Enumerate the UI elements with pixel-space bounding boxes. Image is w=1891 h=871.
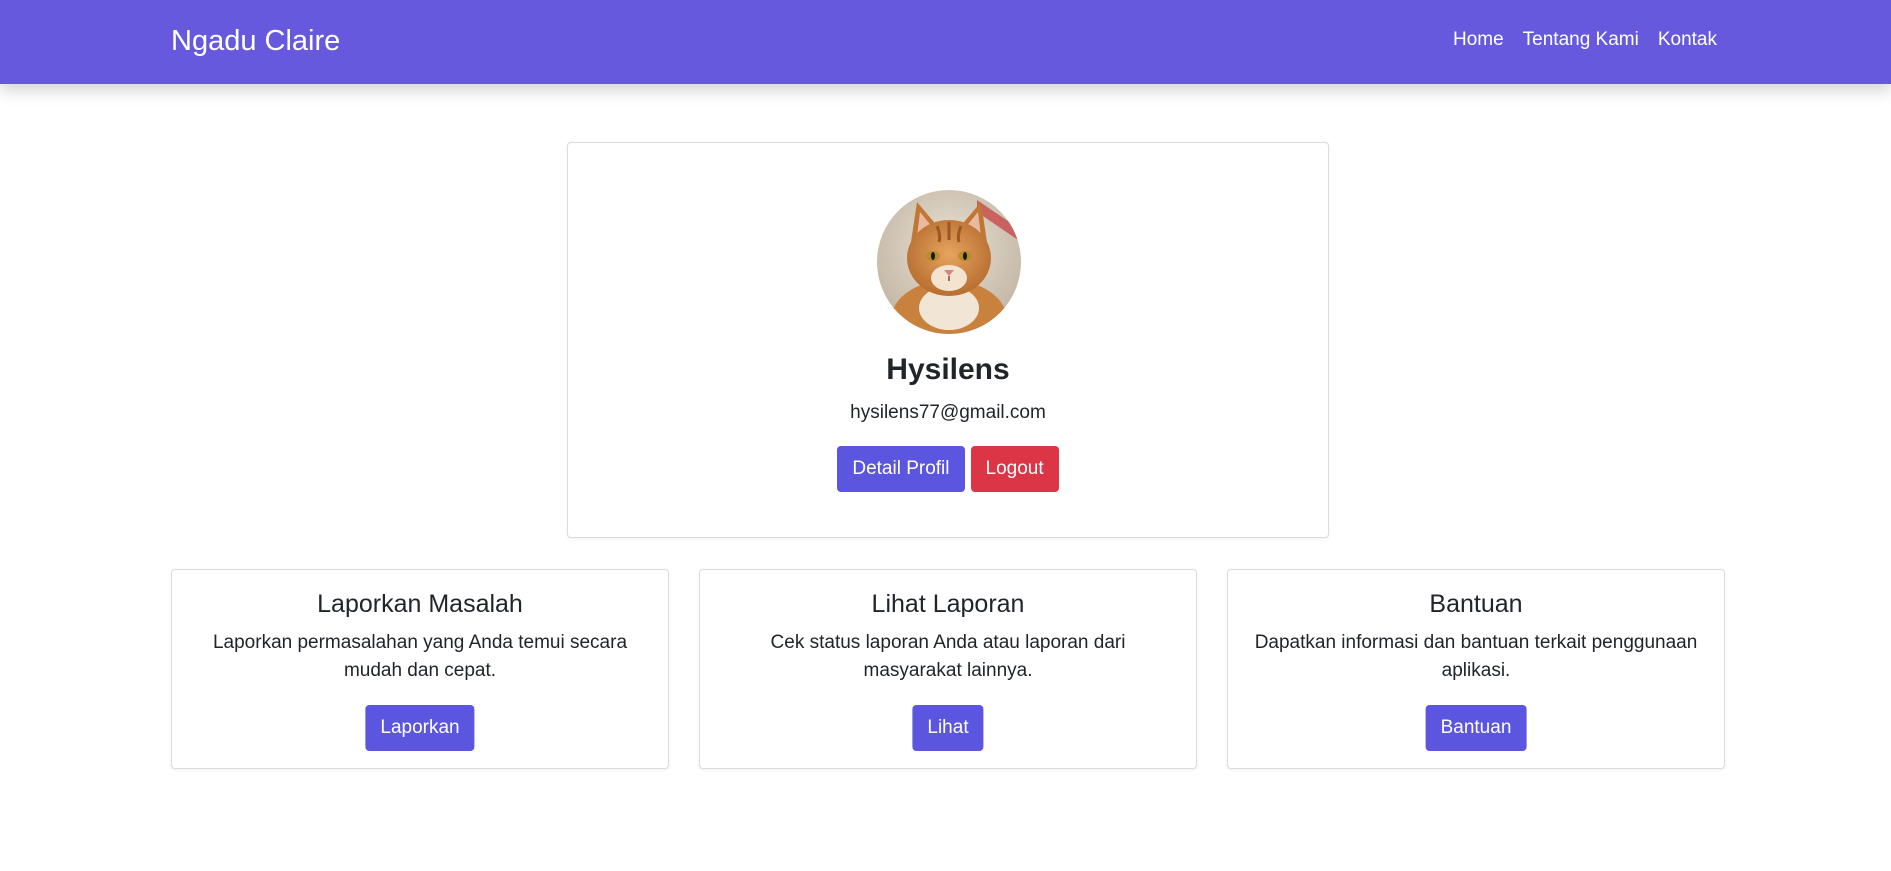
card-description: Laporkan permasalahan yang Anda temui se…	[212, 632, 628, 681]
card-lihat-laporan: Lihat Laporan Cek status laporan Anda at…	[699, 569, 1197, 769]
laporkan-button[interactable]: Laporkan	[365, 705, 475, 751]
nav-link-tentang-kami[interactable]: Tentang Kami	[1523, 28, 1639, 52]
brand-logo[interactable]: Ngadu Claire	[171, 23, 340, 59]
profile-card: Hysilens hysilens77@gmail.com Detail Pro…	[567, 142, 1329, 538]
profile-actions: Detail Profil Logout	[568, 446, 1328, 492]
avatar	[877, 190, 1021, 334]
nav-links: Home Tentang Kami Kontak	[1453, 28, 1717, 52]
profile-email: hysilens77@gmail.com	[850, 402, 1046, 423]
bantuan-button[interactable]: Bantuan	[1425, 705, 1527, 751]
card-title: Laporkan Masalah	[317, 590, 523, 618]
card-description: Dapatkan informasi dan bantuan terkait p…	[1254, 632, 1698, 681]
card-description: Cek status laporan Anda atau laporan dar…	[770, 632, 1126, 681]
cat-avatar-icon	[877, 190, 1021, 334]
logout-button[interactable]: Logout	[970, 446, 1059, 492]
card-laporkan-masalah: Laporkan Masalah Laporkan permasalahan y…	[171, 569, 669, 769]
card-title: Lihat Laporan	[871, 590, 1025, 618]
nav-link-home[interactable]: Home	[1453, 28, 1504, 52]
card-bantuan: Bantuan Dapatkan informasi dan bantuan t…	[1227, 569, 1725, 769]
profile-name: Hysilens	[886, 353, 1010, 386]
nav-link-kontak[interactable]: Kontak	[1658, 28, 1717, 52]
card-title: Bantuan	[1429, 590, 1523, 618]
detail-profile-button[interactable]: Detail Profil	[837, 446, 965, 492]
lihat-button[interactable]: Lihat	[912, 705, 984, 751]
navbar: Ngadu Claire Home Tentang Kami Kontak	[0, 0, 1891, 84]
